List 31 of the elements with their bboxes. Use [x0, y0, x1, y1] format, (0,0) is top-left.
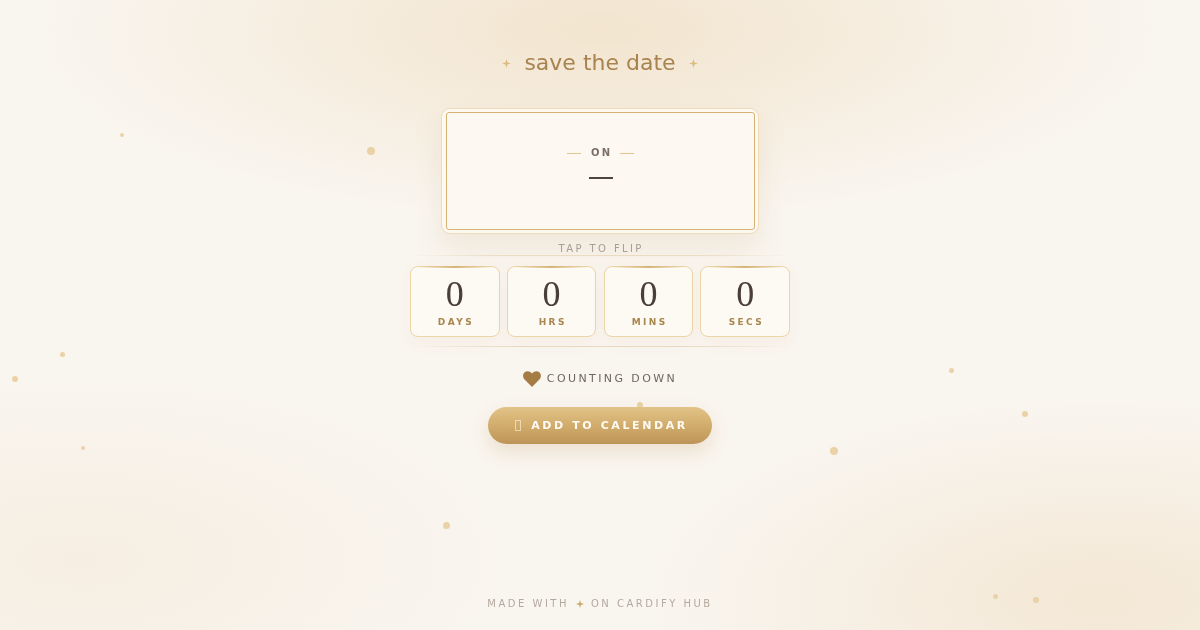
- bokeh-dot: [1033, 597, 1039, 603]
- countdown-unit: SECS: [727, 317, 765, 328]
- flip-card[interactable]: ON: [441, 108, 759, 234]
- status-text: COUNTING DOWN: [546, 372, 678, 386]
- bokeh-dot: [830, 447, 838, 455]
- countdown-number: 0: [639, 276, 658, 312]
- bokeh-dot: [12, 376, 18, 382]
- bokeh-dot: [59, 351, 65, 357]
- countdown-unit: HRS: [537, 317, 567, 328]
- bokeh-dot: [442, 521, 450, 529]
- flip-hint: TAP TO FLIP: [557, 243, 644, 255]
- bokeh-dot: [1022, 411, 1028, 417]
- heart-icon: [522, 371, 541, 387]
- sparkle-icon: [688, 58, 698, 68]
- glyph-box-icon: [515, 420, 522, 431]
- bokeh-dot: [992, 593, 998, 599]
- sparkle-icon: [575, 600, 584, 608]
- countdown-number: 0: [542, 276, 561, 312]
- countdown-number: 0: [445, 276, 464, 312]
- countdown-number: 0: [736, 276, 755, 312]
- countdown-unit: MINS: [630, 317, 668, 328]
- page-title: save the date: [524, 49, 676, 77]
- bokeh-dot: [948, 367, 954, 373]
- sparkle-icon: [502, 58, 512, 68]
- footer-text: ON CARDIFY HUB: [590, 598, 713, 610]
- card-label: ON: [589, 146, 613, 160]
- bokeh-dot: [120, 133, 124, 137]
- bokeh-dot: [367, 147, 375, 155]
- bokeh-dot: [81, 446, 85, 450]
- countdown-unit: DAYS: [436, 317, 475, 328]
- footer-text: MADE WITH: [487, 598, 569, 610]
